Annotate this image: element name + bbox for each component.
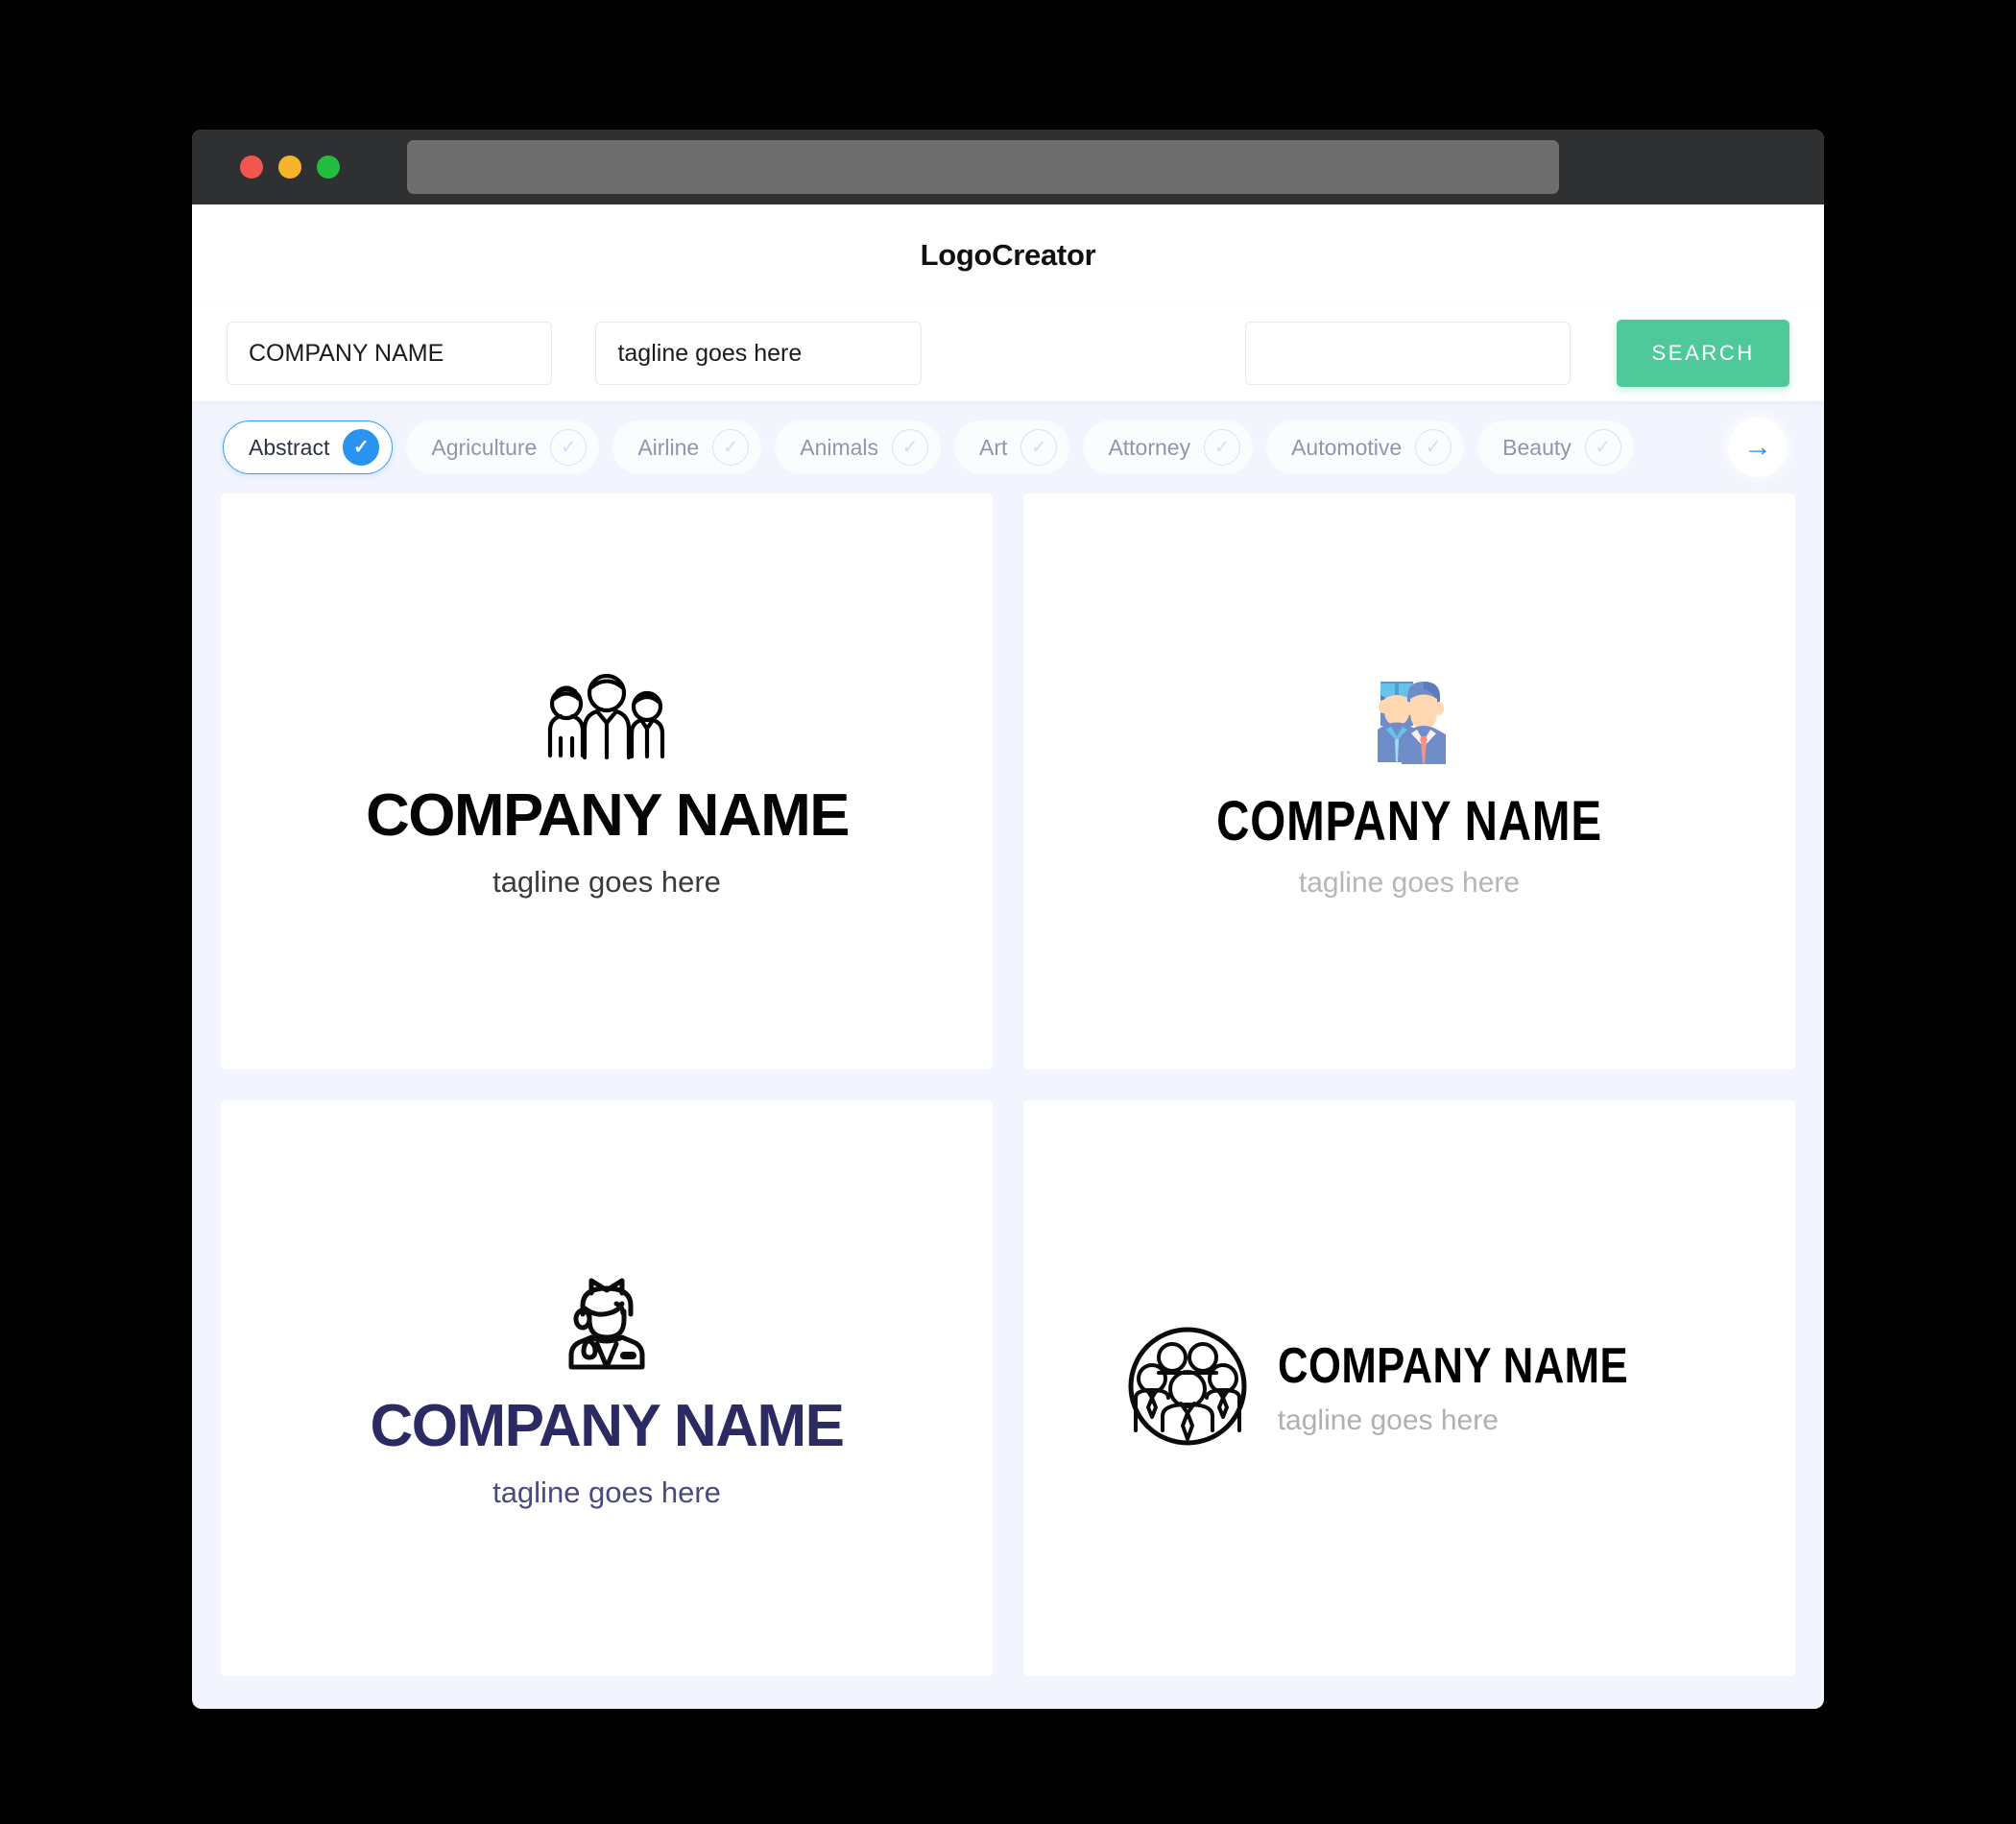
check-icon: ✓: [550, 429, 588, 466]
flight-crew-flat-icon: [1357, 666, 1461, 775]
logo-text-block: COMPANY NAME tagline goes here: [370, 1393, 845, 1509]
company-name-input[interactable]: COMPANY NAME: [227, 322, 553, 385]
category-pill-abstract[interactable]: Abstract ✓: [223, 420, 394, 474]
check-icon: ✓: [712, 429, 750, 466]
logo-tagline: tagline goes here: [1298, 866, 1521, 899]
category-pill-automotive[interactable]: Automotive ✓: [1266, 420, 1465, 474]
logo-card[interactable]: COMPANY NAME tagline goes here: [1023, 493, 1795, 1069]
logo-text-block: COMPANY NAME tagline goes here: [1174, 789, 1644, 899]
maximize-window-button[interactable]: [317, 156, 340, 179]
close-window-button[interactable]: [240, 156, 263, 179]
category-pill-attorney[interactable]: Attorney ✓: [1083, 420, 1254, 474]
category-label: Abstract: [249, 434, 330, 460]
stewardess-outline-icon: [553, 1269, 660, 1381]
tagline-input[interactable]: tagline goes here: [595, 322, 922, 385]
logo-text-block: COMPANY NAME tagline goes here: [1278, 1341, 1695, 1435]
category-label: Art: [979, 434, 1008, 460]
address-bar[interactable]: [407, 140, 1559, 194]
logo-company-name: COMPANY NAME: [370, 1393, 845, 1459]
search-button[interactable]: SEARCH: [1617, 320, 1790, 387]
logo-company-name: COMPANY NAME: [1277, 1338, 1628, 1394]
category-pill-airline[interactable]: Airline ✓: [612, 420, 762, 474]
search-toolbar: COMPANY NAME tagline goes here SEARCH: [192, 305, 1824, 401]
logo-card[interactable]: COMPANY NAME tagline goes here: [221, 1100, 993, 1676]
category-label: Automotive: [1291, 434, 1403, 460]
category-pill-agriculture[interactable]: Agriculture ✓: [406, 420, 600, 474]
logo-tagline: tagline goes here: [492, 1476, 721, 1509]
three-people-outline-icon: [535, 667, 679, 773]
logo-tagline: tagline goes here: [492, 864, 721, 899]
keyword-input[interactable]: [1244, 322, 1572, 385]
logo-text-block: COMPANY NAME tagline goes here: [366, 785, 850, 899]
browser-window: LogoCreator COMPANY NAME tagline goes he…: [192, 130, 1824, 1709]
app-header: LogoCreator: [192, 204, 1824, 305]
page-title: LogoCreator: [920, 237, 1096, 272]
category-pill-beauty[interactable]: Beauty ✓: [1477, 420, 1634, 474]
category-label: Agriculture: [431, 434, 538, 460]
check-icon: ✓: [1020, 429, 1058, 466]
check-icon: ✓: [343, 429, 380, 466]
category-label: Attorney: [1108, 434, 1191, 460]
category-label: Animals: [800, 434, 879, 460]
minimize-window-button[interactable]: [278, 156, 301, 179]
category-filter-bar: Abstract ✓ Agriculture ✓ Airline ✓ Anima…: [192, 401, 1824, 493]
check-icon: ✓: [1204, 429, 1241, 466]
logo-card[interactable]: COMPANY NAME tagline goes here: [1023, 1100, 1795, 1676]
logo-card[interactable]: COMPANY NAME tagline goes here: [221, 493, 993, 1069]
category-label: Airline: [637, 434, 700, 460]
category-pill-art[interactable]: Art ✓: [954, 420, 1070, 474]
arrow-right-icon[interactable]: →: [1728, 418, 1788, 477]
logo-company-name: COMPANY NAME: [1216, 789, 1602, 852]
team-circle-outline-icon: [1124, 1323, 1251, 1454]
check-icon: ✓: [1584, 429, 1621, 466]
category-pill-animals[interactable]: Animals ✓: [775, 420, 942, 474]
logo-company-name: COMPANY NAME: [365, 781, 850, 849]
check-icon: ✓: [892, 429, 929, 466]
category-label: Beauty: [1502, 434, 1572, 460]
traffic-light-group: [240, 156, 340, 179]
browser-titlebar: [192, 130, 1824, 204]
logo-results-grid: COMPANY NAME tagline goes here COMPANY N…: [192, 493, 1824, 1709]
check-icon: ✓: [1415, 429, 1452, 466]
logo-tagline: tagline goes here: [1277, 1404, 1499, 1436]
